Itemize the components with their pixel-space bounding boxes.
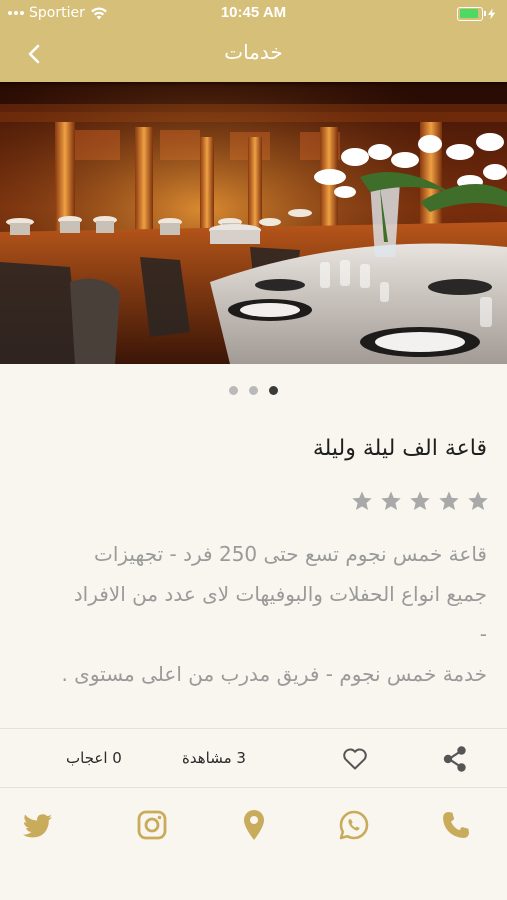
location-button[interactable] xyxy=(240,808,268,842)
header: Sportier 10:45 AM خدمات xyxy=(0,0,507,82)
description-line: قاعة خمس نجوم تسع حتى 250 فرد - تجهيزات xyxy=(94,542,487,566)
pager-dot[interactable] xyxy=(269,386,278,395)
description-line: جميع انواع الحفلات والبوفيهات لاى عدد من… xyxy=(73,582,487,606)
likes-count: 0 اعجاب xyxy=(66,749,122,767)
phone-icon xyxy=(443,812,469,838)
page-title: خدمات xyxy=(224,40,283,64)
heart-outline-icon xyxy=(343,748,367,770)
location-pin-icon xyxy=(244,810,264,840)
views-count: 3 مشاهدة xyxy=(182,749,246,767)
instagram-button[interactable] xyxy=(136,809,168,841)
battery-icon xyxy=(457,6,495,21)
contact-bar xyxy=(0,789,507,900)
instagram-icon xyxy=(137,810,167,840)
share-button[interactable] xyxy=(440,744,470,774)
share-icon xyxy=(443,746,466,772)
stats-bar: 0 اعجاب 3 مشاهدة xyxy=(0,728,507,788)
description-line: - xyxy=(479,622,487,646)
whatsapp-button[interactable] xyxy=(338,809,370,841)
pager-dot[interactable] xyxy=(229,386,238,395)
status-time: 10:45 AM xyxy=(220,4,287,21)
star-icon[interactable] xyxy=(467,490,489,512)
status-bar: Sportier 10:45 AM xyxy=(0,0,507,28)
gallery-image[interactable] xyxy=(0,82,507,364)
service-detail-screen: Sportier 10:45 AM خدمات قاعة الف ليلة ول… xyxy=(0,0,507,900)
item-description: قاعة خمس نجوم تسع حتى 250 فرد - تجهيزات ج… xyxy=(15,534,487,694)
item-title: قاعة الف ليلة وليلة xyxy=(312,436,487,461)
nav-bar: خدمات xyxy=(0,28,507,80)
whatsapp-icon xyxy=(339,810,369,840)
banquet-hall-photo xyxy=(0,82,507,364)
star-icon[interactable] xyxy=(438,490,460,512)
twitter-icon xyxy=(23,813,52,837)
star-icon[interactable] xyxy=(380,490,402,512)
rating-stars[interactable] xyxy=(351,490,489,512)
pager-dot[interactable] xyxy=(249,386,258,395)
star-icon[interactable] xyxy=(409,490,431,512)
phone-button[interactable] xyxy=(440,809,472,841)
description-line: خدمة خمس نجوم - فريق مدرب من اعلى مستوى … xyxy=(61,662,487,686)
star-icon[interactable] xyxy=(351,490,373,512)
like-button[interactable] xyxy=(340,745,370,773)
charging-icon xyxy=(487,8,495,19)
twitter-button[interactable] xyxy=(22,811,54,841)
gallery-pager[interactable] xyxy=(0,386,507,395)
